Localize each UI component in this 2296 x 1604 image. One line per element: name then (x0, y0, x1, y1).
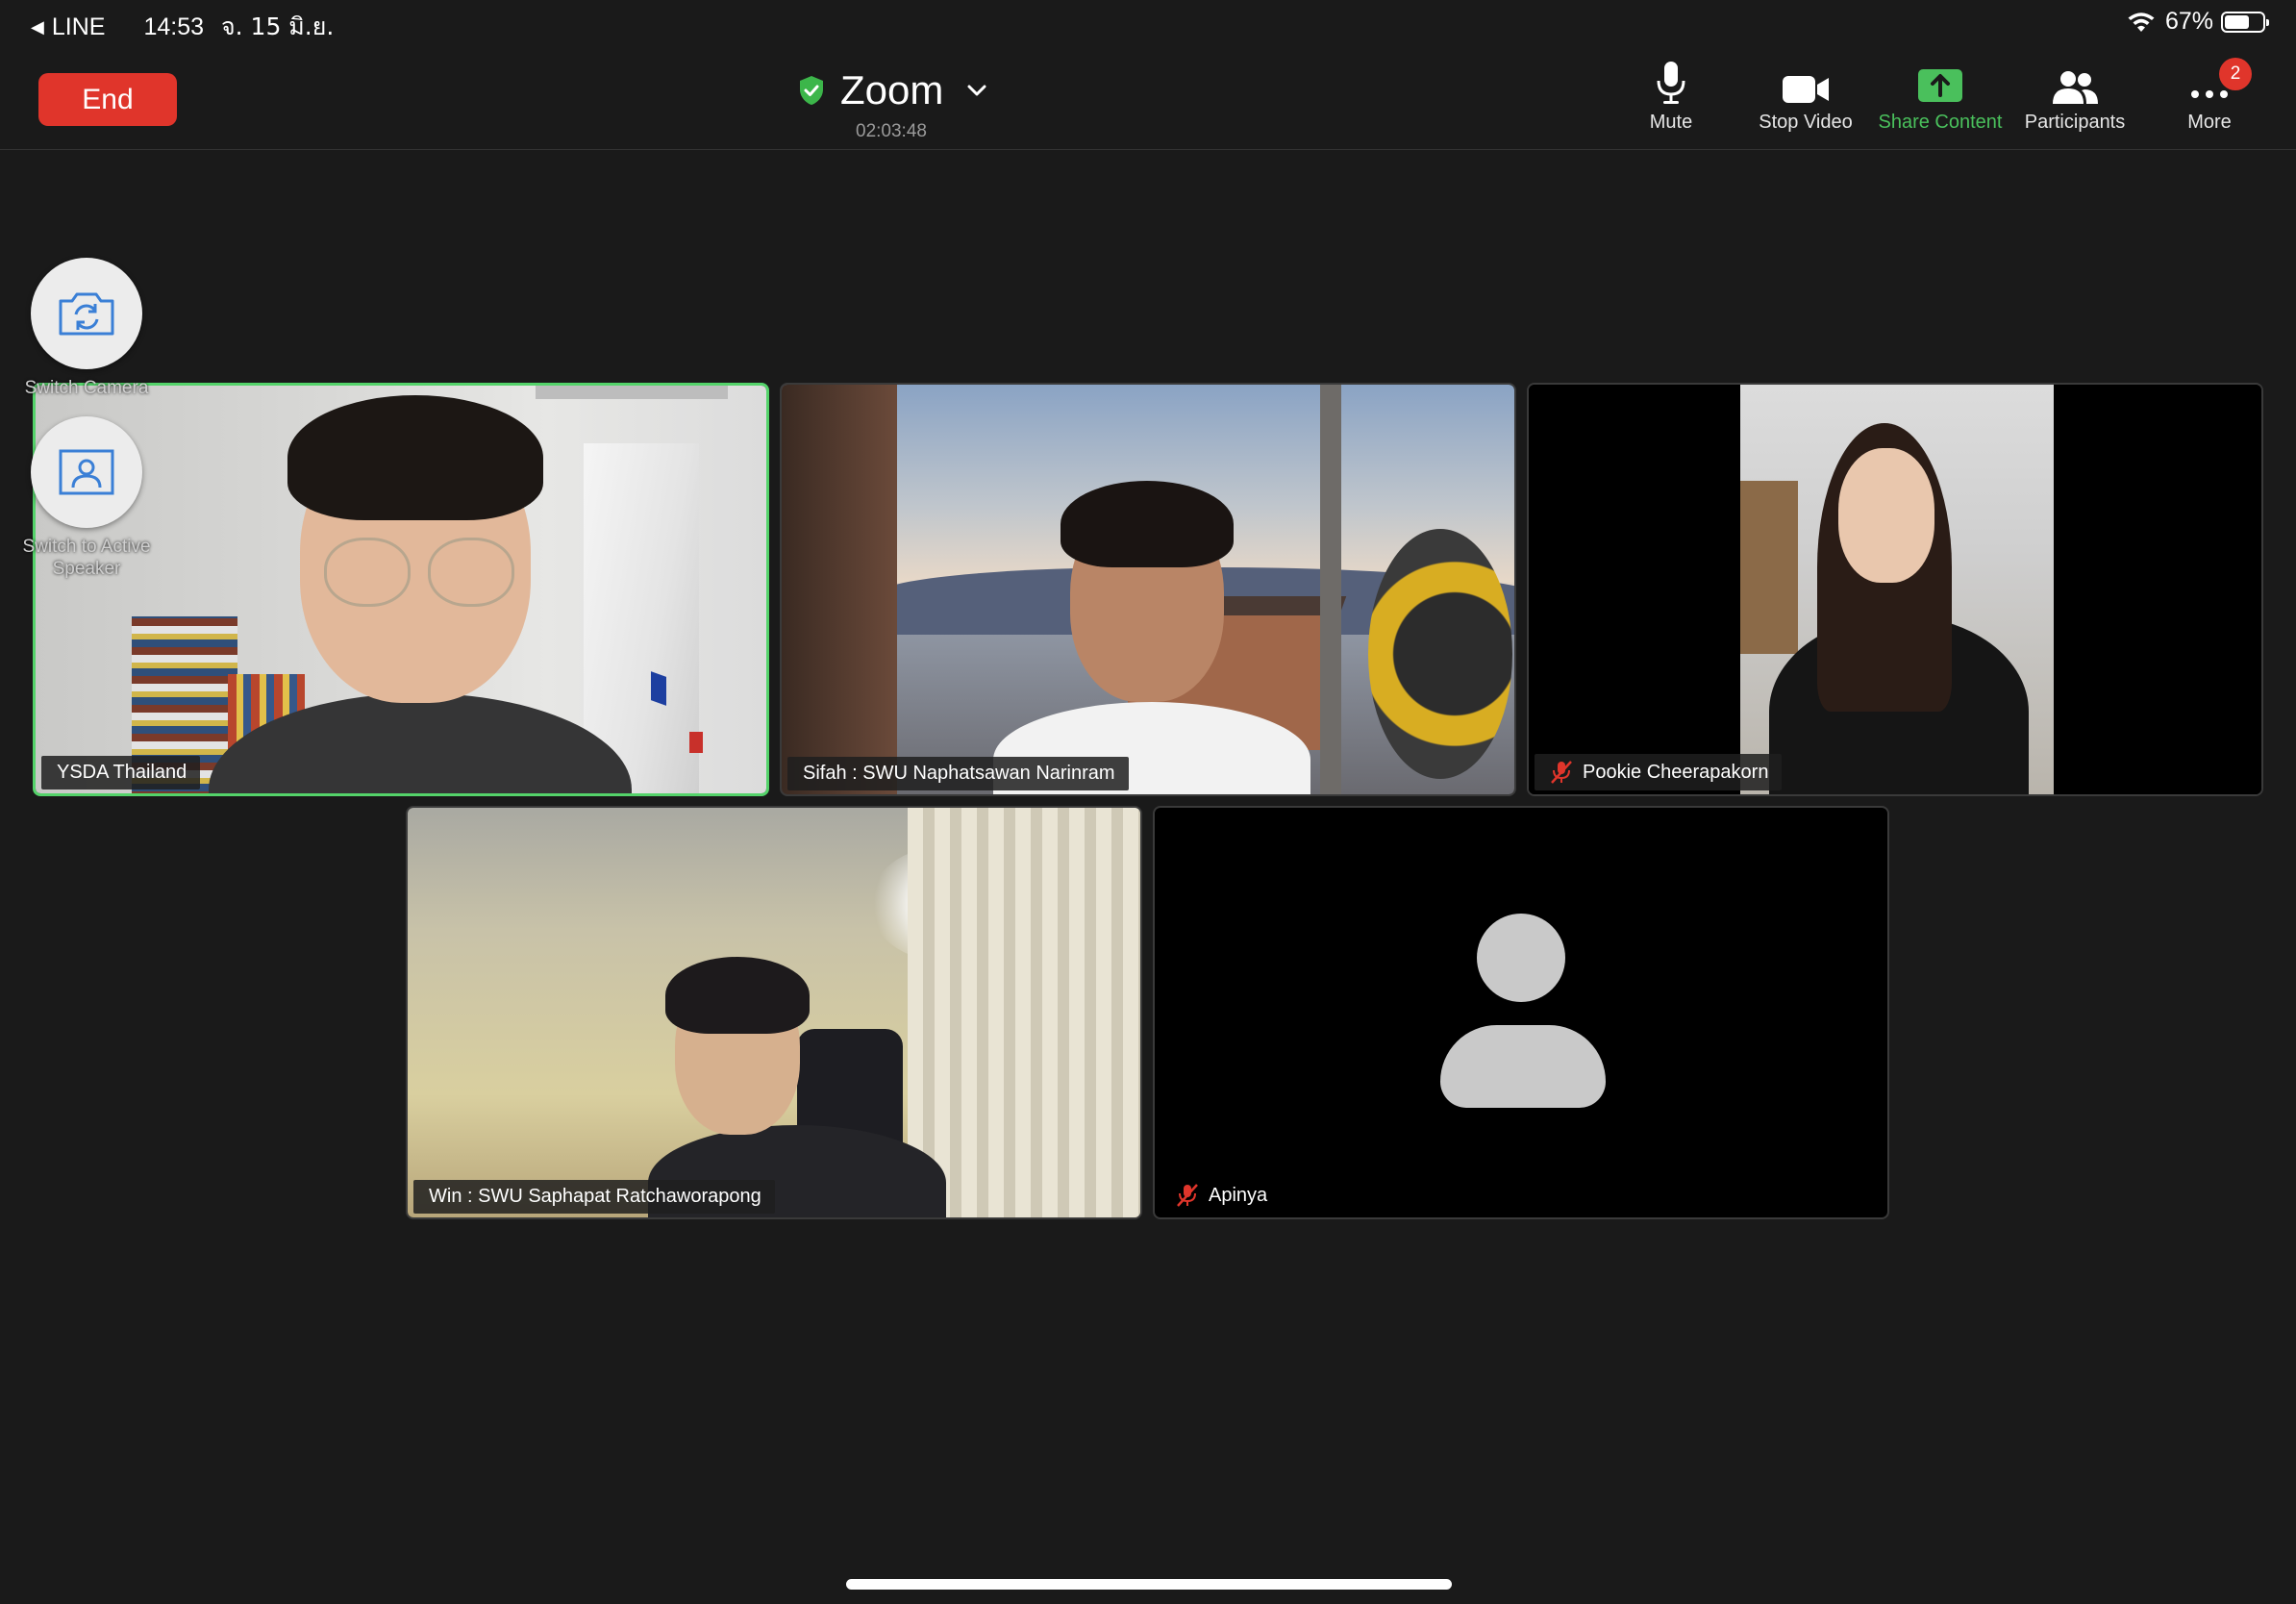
participant-name: Win : SWU Saphapat Ratchaworapong (429, 1186, 761, 1207)
switch-camera-button[interactable] (31, 258, 142, 369)
participant-name-tag: Apinya (1160, 1177, 1281, 1214)
status-bar: ◀ LINE 14:53 จ. 15 มิ.ย. 67% (0, 0, 2296, 46)
back-arrow-icon[interactable]: ◀ (31, 17, 44, 38)
end-meeting-button[interactable]: End (38, 73, 177, 126)
meeting-timer: 02:03:48 (856, 121, 927, 141)
participant-name-tag: YSDA Thailand (41, 756, 201, 789)
meeting-title-dropdown[interactable]: Zoom (798, 67, 989, 113)
home-indicator[interactable] (846, 1579, 1452, 1590)
chevron-down-icon (967, 85, 986, 96)
video-feed (1529, 385, 2261, 794)
back-app-label[interactable]: LINE (52, 13, 106, 41)
switch-speaker-control[interactable]: Switch to Active Speaker (22, 416, 151, 580)
participants-icon (2053, 71, 2098, 104)
more-label: More (2187, 112, 2232, 133)
video-tile-pookie[interactable]: Pookie Cheerapakorn (1527, 383, 2263, 796)
shield-check-icon (800, 76, 823, 105)
switch-camera-label: Switch Camera (24, 378, 149, 398)
participant-name-tag: Win : SWU Saphapat Ratchaworapong (413, 1180, 775, 1214)
meeting-title: Zoom (840, 67, 944, 113)
mute-button[interactable]: Mute (1604, 58, 1738, 144)
video-off-placeholder (1155, 808, 1887, 1217)
mute-label: Mute (1649, 112, 1693, 133)
battery-percent: 67% (2164, 8, 2213, 35)
participants-label: Participants (2024, 112, 2126, 133)
video-feed (36, 386, 766, 793)
battery-icon (2221, 11, 2269, 33)
video-tile-win[interactable]: Win : SWU Saphapat Ratchaworapong (406, 806, 1142, 1219)
switch-camera-icon (59, 292, 114, 336)
meeting-toolbar: End Zoom 02:03:48 Mute Stop Video Share … (0, 46, 2296, 150)
video-camera-icon (1783, 76, 1829, 103)
participant-name: Pookie Cheerapakorn (1583, 761, 1769, 783)
mic-muted-icon (1551, 761, 1572, 784)
stop-video-button[interactable]: Stop Video (1738, 58, 1873, 144)
default-avatar-head (1477, 914, 1565, 1002)
default-avatar-body (1440, 1025, 1606, 1108)
video-tile-apinya[interactable]: Apinya (1153, 806, 1889, 1219)
more-button[interactable]: More 2 (2142, 58, 2277, 144)
share-screen-icon (1918, 69, 1962, 102)
video-tile-ysda-thailand[interactable]: YSDA Thailand (33, 383, 769, 796)
video-tile-sifah[interactable]: Sifah : SWU Naphatsawan Narinram (780, 383, 1516, 796)
switch-speaker-label: Switch to Active Speaker (22, 537, 151, 579)
participant-name: Sifah : SWU Naphatsawan Narinram (803, 763, 1115, 784)
video-feed (408, 808, 1140, 1217)
microphone-icon (1657, 62, 1685, 104)
participant-name: Apinya (1209, 1184, 1268, 1206)
status-date: จ. 15 มิ.ย. (221, 13, 335, 40)
video-feed (782, 385, 1514, 794)
wifi-icon (2128, 12, 2155, 32)
switch-camera-control[interactable]: Switch Camera (25, 258, 148, 399)
stop-video-label: Stop Video (1759, 112, 1853, 133)
switch-speaker-button[interactable] (31, 416, 142, 528)
participant-name: YSDA Thailand (57, 762, 187, 783)
notification-badge: 2 (2219, 58, 2252, 90)
share-content-button[interactable]: Share Content (1873, 58, 2008, 144)
active-speaker-icon (59, 449, 114, 495)
participants-button[interactable]: Participants (2008, 58, 2142, 144)
mic-muted-icon (1177, 1184, 1198, 1207)
share-content-label: Share Content (1878, 112, 2003, 133)
status-time: 14:53 (143, 13, 204, 40)
participant-name-tag: Sifah : SWU Naphatsawan Narinram (787, 757, 1129, 790)
participant-name-tag: Pookie Cheerapakorn (1535, 754, 1783, 790)
